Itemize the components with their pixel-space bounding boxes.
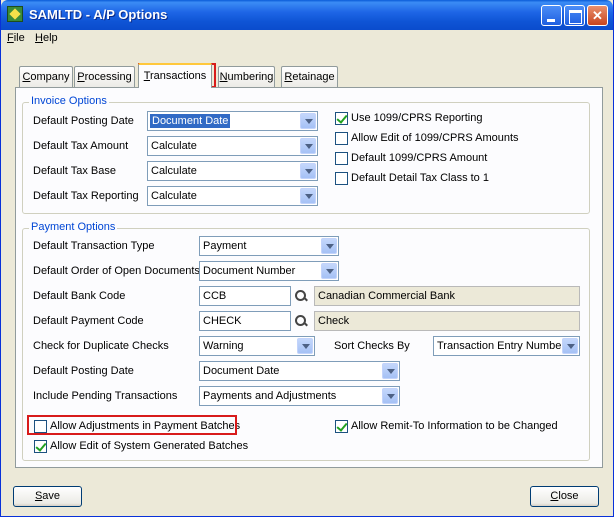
sort-checks-select[interactable]: Transaction Entry Number	[433, 336, 580, 356]
app-icon	[7, 6, 23, 22]
allow-edit-1099-checkbox[interactable]	[335, 132, 348, 145]
transaction-type-select[interactable]: Payment	[199, 236, 339, 256]
tab-company[interactable]: Company	[19, 66, 73, 87]
tab-retainage[interactable]: Retainage	[281, 66, 338, 87]
chevron-down-icon[interactable]	[300, 188, 316, 204]
payment-code-lookup-icon[interactable]	[294, 314, 308, 328]
tab-transactions[interactable]: Transactions	[138, 63, 212, 88]
allow-adjustments-label: Allow Adjustments in Payment Batches	[50, 420, 241, 432]
chevron-down-icon[interactable]	[321, 263, 337, 279]
duplicate-checks-select[interactable]: Warning	[199, 336, 315, 356]
tax-reporting-label: Default Tax Reporting	[33, 190, 139, 202]
detail-tax-class-checkbox[interactable]	[335, 172, 348, 185]
allow-remit-to-checkbox[interactable]	[335, 420, 348, 433]
invoice-posting-date-select[interactable]: Document Date	[147, 111, 318, 131]
default-1099-label: Default 1099/CPRS Amount	[351, 152, 488, 164]
minimize-button[interactable]	[541, 5, 562, 26]
payment-posting-date-select[interactable]: Document Date	[199, 361, 400, 381]
tax-reporting-select[interactable]: Calculate	[147, 186, 318, 206]
tax-amount-label: Default Tax Amount	[33, 140, 129, 152]
payment-options-group: Payment Options Default Transaction Type…	[22, 221, 590, 461]
title-bar[interactable]: SAMLTD - A/P Options ✕	[1, 0, 613, 30]
allow-edit-system-batches-label: Allow Edit of System Generated Batches	[50, 440, 249, 452]
bank-code-description: Canadian Commercial Bank	[314, 286, 580, 306]
transactions-panel: Invoice Options Default Posting Date Doc…	[15, 87, 603, 468]
bank-code-lookup-icon[interactable]	[294, 289, 308, 303]
tab-processing[interactable]: Processing	[74, 66, 135, 87]
tax-base-select[interactable]: Calculate	[147, 161, 318, 181]
detail-tax-class-label: Default Detail Tax Class to 1	[351, 172, 489, 184]
bank-code-label: Default Bank Code	[33, 290, 126, 302]
chevron-down-icon[interactable]	[562, 338, 578, 354]
pending-transactions-label: Include Pending Transactions	[33, 390, 178, 402]
payment-code-input[interactable]: CHECK	[199, 311, 291, 331]
chevron-down-icon[interactable]	[382, 388, 398, 404]
allow-remit-to-label: Allow Remit-To Information to be Changed	[351, 420, 558, 432]
ap-options-window: SAMLTD - A/P Options ✕ File Help Company…	[0, 0, 614, 517]
tax-base-label: Default Tax Base	[33, 165, 116, 177]
transaction-type-label: Default Transaction Type	[33, 240, 155, 252]
pending-transactions-select[interactable]: Payments and Adjustments	[199, 386, 400, 406]
menu-bar: File Help	[1, 30, 613, 48]
close-button[interactable]: Close	[530, 486, 599, 507]
allow-edit-1099-label: Allow Edit of 1099/CPRS Amounts	[351, 132, 519, 144]
tab-numbering[interactable]: Numbering	[218, 66, 275, 87]
chevron-down-icon[interactable]	[300, 113, 316, 129]
invoice-options-title: Invoice Options	[29, 95, 109, 107]
menu-file[interactable]: File	[7, 32, 25, 44]
invoice-options-group: Invoice Options Default Posting Date Doc…	[22, 95, 590, 214]
chevron-down-icon[interactable]	[300, 138, 316, 154]
chevron-down-icon[interactable]	[297, 338, 313, 354]
save-button[interactable]: Save	[13, 486, 82, 507]
chevron-down-icon[interactable]	[382, 363, 398, 379]
chevron-down-icon[interactable]	[300, 163, 316, 179]
menu-help[interactable]: Help	[35, 32, 58, 44]
open-docs-order-label: Default Order of Open Documents	[33, 265, 200, 277]
payment-code-label: Default Payment Code	[33, 315, 144, 327]
allow-edit-system-batches-checkbox[interactable]	[34, 440, 47, 453]
sort-checks-label: Sort Checks By	[334, 340, 410, 352]
payment-code-description: Check	[314, 311, 580, 331]
chevron-down-icon[interactable]	[321, 238, 337, 254]
use-1099-label: Use 1099/CPRS Reporting	[351, 112, 483, 124]
payment-posting-date-label: Default Posting Date	[33, 365, 134, 377]
maximize-button[interactable]	[564, 5, 585, 26]
open-docs-order-select[interactable]: Document Number	[199, 261, 339, 281]
payment-options-title: Payment Options	[29, 221, 118, 233]
tax-amount-select[interactable]: Calculate	[147, 136, 318, 156]
window-title: SAMLTD - A/P Options	[29, 7, 168, 22]
allow-adjustments-checkbox[interactable]	[34, 420, 47, 433]
bank-code-input[interactable]: CCB	[199, 286, 291, 306]
close-window-button[interactable]: ✕	[587, 5, 608, 26]
default-1099-checkbox[interactable]	[335, 152, 348, 165]
invoice-posting-date-label: Default Posting Date	[33, 115, 134, 127]
duplicate-checks-label: Check for Duplicate Checks	[33, 340, 169, 352]
use-1099-checkbox[interactable]	[335, 112, 348, 125]
